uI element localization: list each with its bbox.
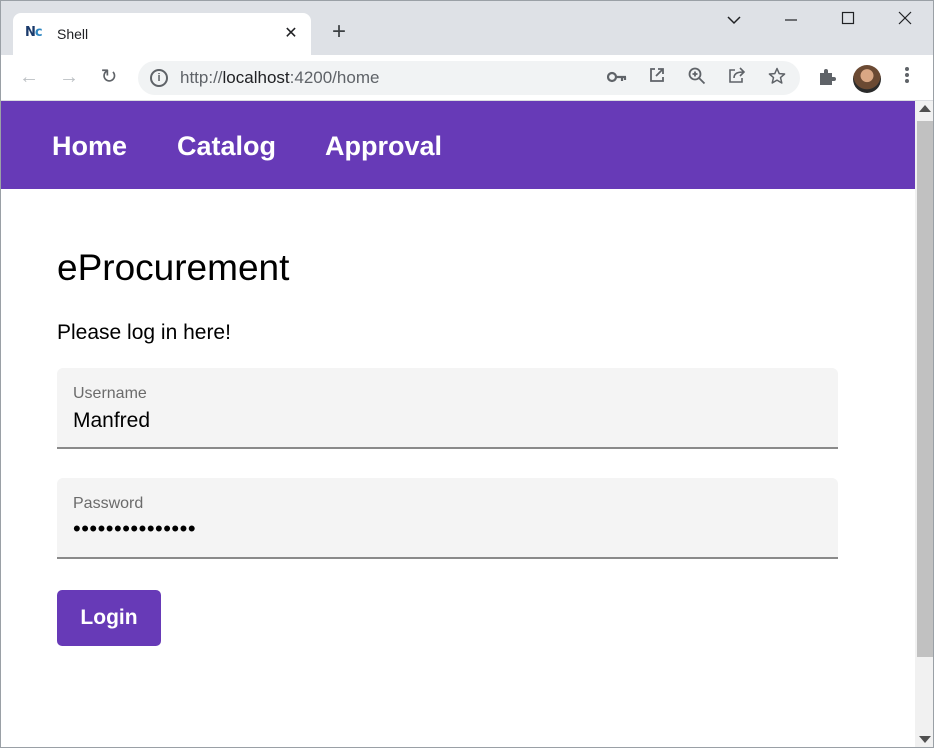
menu-icon[interactable] — [895, 66, 919, 90]
url-host: localhost — [222, 68, 290, 87]
browser-tab[interactable]: Nc Shell ✕ — [13, 13, 311, 55]
back-button[interactable]: ← — [17, 65, 41, 89]
star-icon[interactable] — [766, 67, 788, 89]
url-scheme: http:// — [180, 68, 223, 87]
key-icon[interactable] — [606, 67, 628, 89]
page-title: eProcurement — [57, 247, 290, 288]
username-label: Username — [73, 385, 147, 402]
url-text[interactable]: http://localhost:4200/home — [180, 69, 379, 87]
browser-window: Nc Shell ✕ + ← → ↻ i http://localhost:42… — [0, 0, 934, 748]
scrollbar-thumb[interactable] — [917, 121, 933, 657]
nav-link-catalog[interactable]: Catalog — [177, 130, 276, 162]
browser-toolbar: ← → ↻ i http://localhost:4200/home — [1, 55, 933, 101]
tab-search-button[interactable] — [714, 7, 754, 35]
login-button[interactable]: Login — [57, 590, 161, 646]
minimize-button[interactable] — [771, 7, 811, 35]
open-in-new-icon[interactable] — [646, 67, 668, 89]
share-icon[interactable] — [726, 67, 748, 89]
username-input[interactable]: Manfred — [73, 408, 150, 434]
tab-title: Shell — [57, 26, 89, 42]
scroll-up-arrow-icon[interactable] — [919, 105, 931, 112]
avatar[interactable] — [853, 65, 881, 93]
extensions-icon[interactable] — [815, 66, 839, 90]
scroll-down-arrow-icon[interactable] — [919, 736, 931, 743]
forward-button[interactable]: → — [57, 65, 81, 89]
password-field[interactable]: Password ••••••••••••••• — [57, 478, 838, 559]
login-prompt: Please log in here! — [57, 321, 231, 344]
zoom-icon[interactable] — [686, 67, 708, 89]
nav-link-home[interactable]: Home — [52, 130, 127, 162]
tab-strip: Nc Shell ✕ + — [1, 1, 933, 55]
page-viewport: Home Catalog Approval eProcurement Pleas… — [1, 101, 915, 747]
info-icon[interactable]: i — [150, 69, 168, 87]
maximize-button[interactable] — [828, 7, 868, 35]
new-tab-button[interactable]: + — [327, 20, 351, 45]
page-scrollbar[interactable] — [915, 101, 933, 747]
url-path: :4200/home — [289, 68, 380, 87]
password-label: Password — [73, 495, 144, 512]
favicon-icon: Nc — [25, 25, 43, 40]
address-bar[interactable]: i http://localhost:4200/home — [138, 61, 800, 95]
close-tab-icon[interactable]: ✕ — [281, 24, 301, 44]
reload-button[interactable]: ↻ — [97, 65, 121, 89]
close-window-button[interactable] — [885, 7, 925, 35]
nav-link-approval[interactable]: Approval — [325, 130, 442, 162]
password-input[interactable]: ••••••••••••••• — [73, 516, 196, 542]
app-navbar: Home Catalog Approval — [1, 101, 915, 189]
username-field[interactable]: Username Manfred — [57, 368, 838, 449]
